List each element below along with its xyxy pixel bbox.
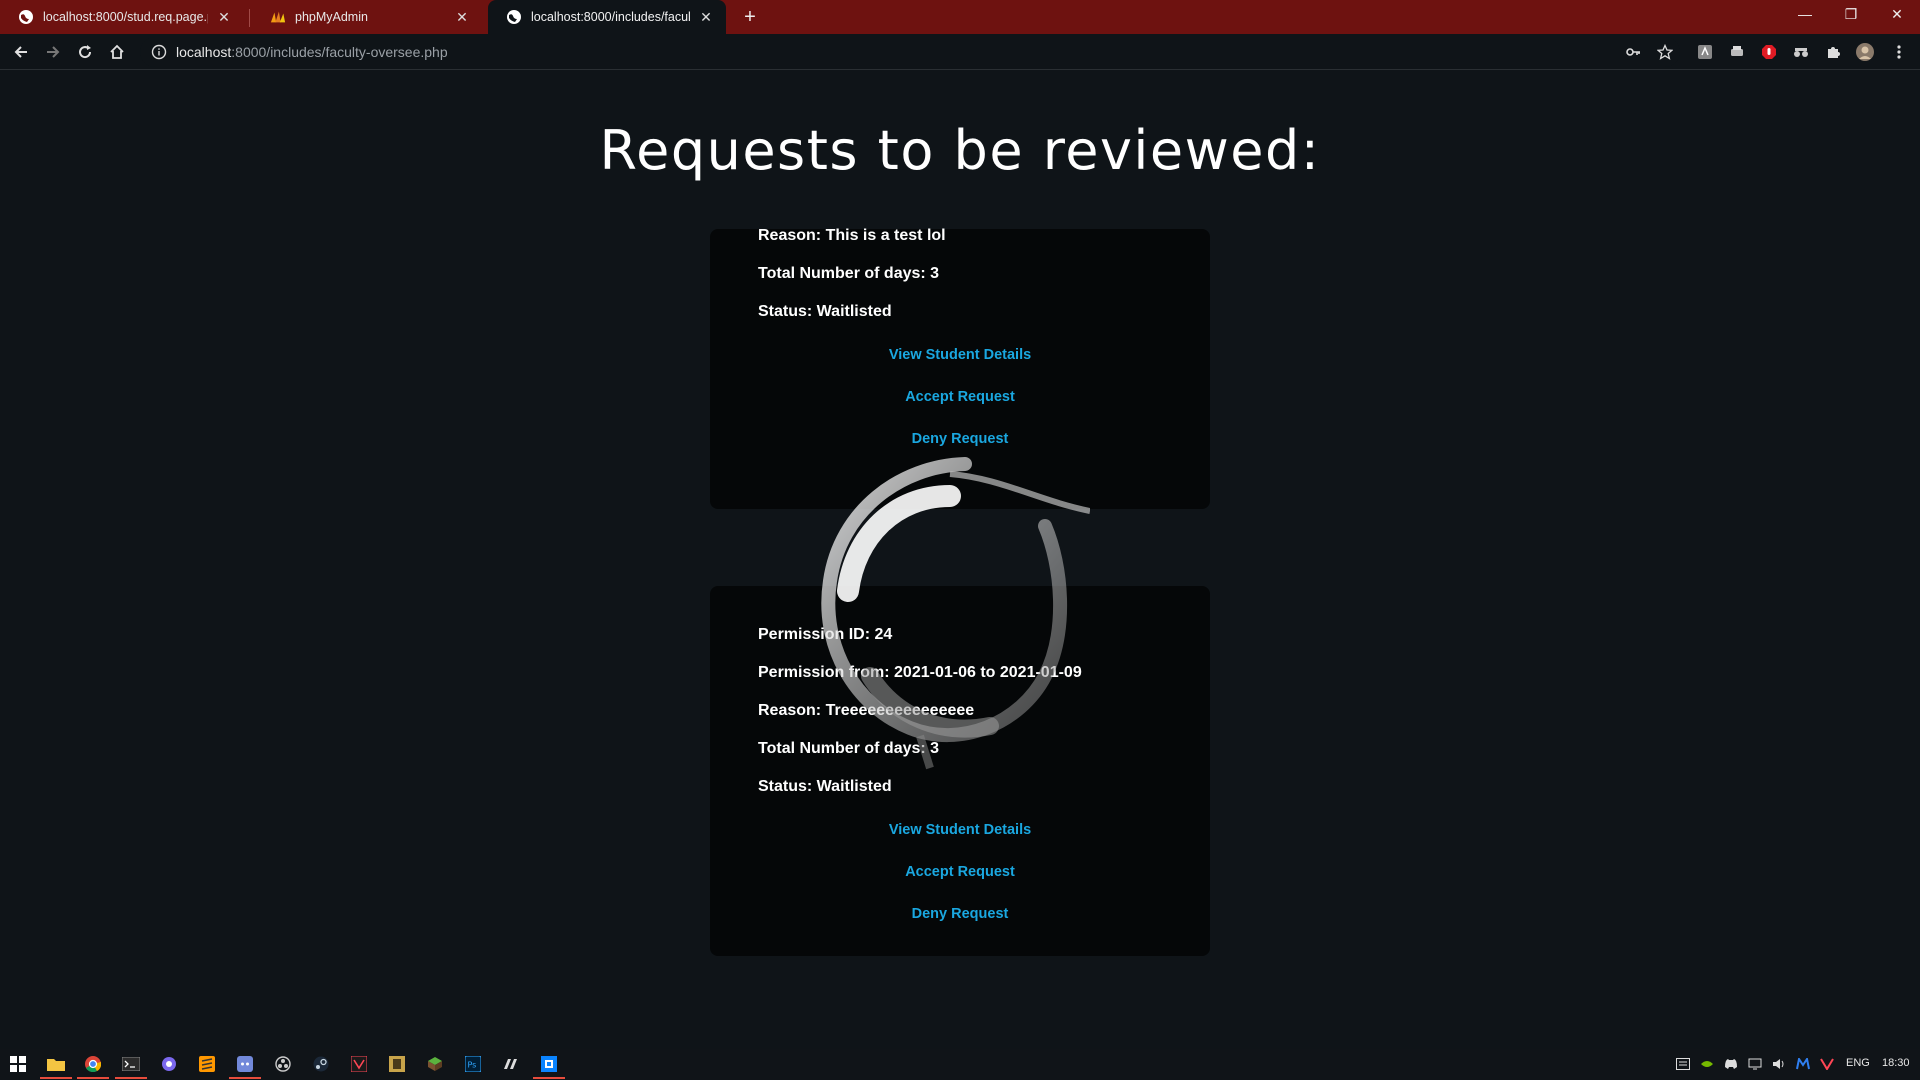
minimize-button[interactable]: — (1782, 0, 1828, 28)
sublime-text-icon[interactable] (195, 1053, 219, 1075)
tab-separator (249, 9, 250, 27)
volume-tray-icon[interactable] (1772, 1057, 1786, 1071)
request-card: Reason: This is a test lol Total Number … (710, 227, 1210, 509)
tab-title: localhost:8000/stud.req.page.php (43, 10, 208, 24)
request-total-days: Total Number of days: 3 (758, 740, 940, 757)
accept-request-link[interactable]: Accept Request (710, 389, 1210, 405)
browser-app-icon[interactable] (157, 1053, 181, 1075)
discord-app-icon[interactable] (229, 1053, 261, 1079)
chrome-icon[interactable] (77, 1053, 109, 1079)
app-blue-icon[interactable] (533, 1053, 565, 1079)
bookmark-star-icon[interactable] (1656, 43, 1674, 61)
request-total-days: Total Number of days: 3 (758, 265, 940, 282)
nvidia-tray-icon[interactable] (1700, 1057, 1714, 1071)
request-reason: Reason: Treeeeeeeeeeeeeee (758, 702, 975, 719)
windows-taskbar: Ps ENG 18:30 (0, 1049, 1920, 1080)
extensions-puzzle-icon[interactable] (1824, 43, 1842, 61)
page-content: Requests to be reviewed: Reason: This is… (0, 71, 1920, 1049)
key-icon[interactable] (1624, 43, 1642, 61)
view-student-details-link[interactable]: View Student Details (710, 822, 1210, 838)
accept-request-link[interactable]: Accept Request (710, 864, 1210, 880)
info-icon[interactable] (150, 43, 168, 61)
view-student-details-link[interactable]: View Student Details (710, 347, 1210, 363)
steam-icon[interactable] (309, 1053, 333, 1075)
file-explorer-icon[interactable] (40, 1053, 72, 1079)
browser-tab-strip: localhost:8000/stud.req.page.php ✕ phpMy… (0, 0, 1920, 34)
globe-icon (506, 9, 522, 25)
request-status: Status: Waitlisted (758, 303, 892, 320)
deny-request-link[interactable]: Deny Request (710, 906, 1210, 922)
globe-icon (18, 9, 34, 25)
new-tab-button[interactable]: + (738, 5, 762, 29)
menu-kebab-icon[interactable] (1890, 43, 1908, 61)
terminal-icon[interactable] (115, 1053, 147, 1079)
extension-adblock-icon[interactable] (1760, 43, 1778, 61)
close-window-button[interactable]: ✕ (1874, 0, 1920, 28)
restore-button[interactable]: ❐ (1828, 0, 1874, 28)
close-icon[interactable]: ✕ (454, 9, 470, 25)
deny-request-link[interactable]: Deny Request (710, 431, 1210, 447)
valorant-tray-icon[interactable] (1820, 1057, 1834, 1071)
tab-stud-req-page[interactable]: localhost:8000/stud.req.page.php ✕ (0, 0, 244, 34)
extension-incognito-icon[interactable] (1792, 43, 1810, 61)
url-path: :8000/includes/faculty-oversee.php (231, 44, 448, 60)
minecraft-icon[interactable] (423, 1053, 447, 1075)
obs-icon[interactable] (271, 1053, 295, 1075)
request-permission-id: Permission ID: 24 (758, 626, 893, 643)
tab-faculty-oversee[interactable]: localhost:8000/includes/faculty-oversee.… (488, 0, 726, 34)
url-text: localhost:8000/includes/faculty-oversee.… (176, 44, 448, 60)
home-icon[interactable] (105, 40, 129, 64)
network-tray-icon[interactable] (1748, 1057, 1762, 1071)
svg-text:Ps: Ps (468, 1061, 477, 1070)
reload-icon[interactable] (73, 40, 97, 64)
close-icon[interactable]: ✕ (216, 9, 232, 25)
forward-icon[interactable] (41, 40, 65, 64)
phpmyadmin-icon (270, 9, 286, 25)
close-icon[interactable]: ✕ (698, 9, 714, 25)
keyboard-tray-icon[interactable] (1676, 1057, 1690, 1071)
windows-start-icon[interactable] (6, 1053, 30, 1075)
page-title: Requests to be reviewed: (599, 119, 1321, 182)
game-launcher-icon[interactable] (385, 1053, 409, 1075)
discord-tray-icon[interactable] (1724, 1057, 1738, 1071)
tab-title: phpMyAdmin (295, 10, 368, 24)
request-permission-dates: Permission from: 2021-01-06 to 2021-01-0… (758, 664, 1082, 681)
malwarebytes-tray-icon[interactable] (1796, 1057, 1810, 1071)
extension-print-icon[interactable] (1728, 43, 1746, 61)
extension-translate-icon[interactable] (1696, 43, 1714, 61)
request-status: Status: Waitlisted (758, 778, 892, 795)
language-indicator[interactable]: ENG (1846, 1057, 1870, 1069)
racing-game-icon[interactable] (499, 1053, 523, 1075)
tab-phpmyadmin[interactable]: phpMyAdmin ✕ (252, 0, 482, 34)
address-bar[interactable]: localhost:8000/includes/faculty-oversee.… (140, 37, 1680, 67)
request-reason: Reason: This is a test lol (758, 227, 946, 244)
url-host: localhost (176, 44, 232, 60)
tab-title: localhost:8000/includes/faculty-oversee.… (531, 10, 690, 24)
photoshop-icon[interactable]: Ps (461, 1053, 485, 1075)
clock-time[interactable]: 18:30 (1882, 1057, 1910, 1069)
request-card: Permission ID: 24 Permission from: 2021-… (710, 586, 1210, 956)
browser-toolbar: localhost:8000/includes/faculty-oversee.… (0, 34, 1920, 70)
valorant-icon[interactable] (347, 1053, 371, 1075)
profile-avatar-icon[interactable] (1856, 43, 1874, 61)
back-icon[interactable] (9, 40, 33, 64)
